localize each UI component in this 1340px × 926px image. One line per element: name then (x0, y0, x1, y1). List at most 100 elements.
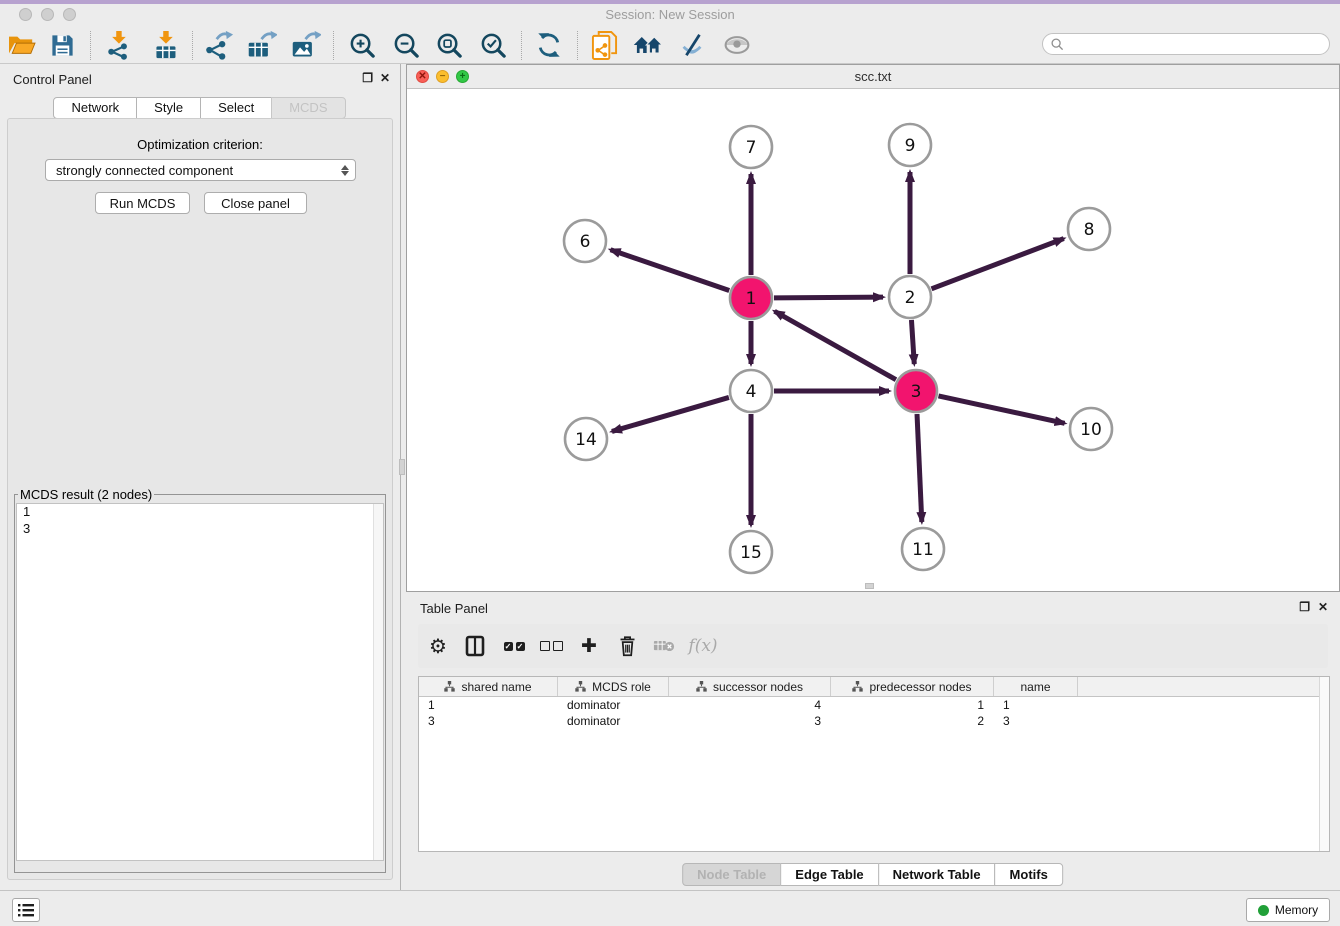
graph-node-6[interactable]: 6 (564, 220, 606, 262)
column-header-predecessor-nodes[interactable]: predecessor nodes (831, 677, 994, 696)
graph-node-7[interactable]: 7 (730, 126, 772, 168)
edge-3-1[interactable] (775, 311, 896, 379)
zoom-fit-icon[interactable] (431, 27, 467, 63)
table-cell[interactable]: 3 (419, 714, 558, 728)
table-cell[interactable]: 4 (669, 698, 831, 712)
hide-selected-icon[interactable] (674, 27, 710, 63)
select-stepper-icon (341, 165, 349, 176)
mcds-result-box: MCDS result (2 nodes) 13 (14, 487, 386, 873)
splitter-handle[interactable] (865, 583, 874, 589)
table-row[interactable]: 1dominator411 (419, 697, 1329, 713)
table-settings-icon[interactable]: ⚙ (421, 624, 455, 668)
edge-3-10[interactable] (938, 396, 1064, 423)
table-cell[interactable]: 1 (831, 698, 994, 712)
edge-2-3[interactable] (911, 320, 914, 364)
column-header-name[interactable]: name (994, 677, 1078, 696)
edge-3-11[interactable] (917, 414, 922, 522)
import-network-icon[interactable] (100, 27, 136, 63)
float-panel-icon[interactable]: ❐ (1299, 600, 1310, 614)
table-cell[interactable]: dominator (558, 714, 669, 728)
tab-style[interactable]: Style (136, 97, 201, 119)
table-scrollbar[interactable] (1319, 677, 1329, 851)
graph-node-2[interactable]: 2 (889, 276, 931, 318)
zoom-out-icon[interactable] (388, 27, 424, 63)
column-header-shared-name[interactable]: shared name (419, 677, 558, 696)
open-session-icon[interactable] (4, 27, 40, 63)
first-neighbors-icon[interactable] (630, 27, 666, 63)
import-table-icon[interactable] (147, 27, 183, 63)
save-session-icon[interactable] (44, 27, 80, 63)
mcds-result-list[interactable]: 13 (16, 503, 384, 861)
table-row[interactable]: 3dominator323 (419, 713, 1329, 729)
result-item[interactable]: 1 (17, 504, 383, 521)
graph-node-11[interactable]: 11 (902, 528, 944, 570)
graph-node-1[interactable]: 1 (730, 277, 772, 319)
show-all-icon[interactable] (719, 27, 755, 63)
export-image-icon[interactable] (287, 27, 323, 63)
svg-text:2: 2 (905, 288, 916, 308)
result-item[interactable]: 3 (17, 521, 383, 538)
table-cell[interactable]: 1 (994, 698, 1078, 712)
new-network-from-file-icon[interactable] (586, 27, 622, 63)
graph-node-4[interactable]: 4 (730, 370, 772, 412)
export-table-icon[interactable] (243, 27, 279, 63)
column-header-MCDS-role[interactable]: MCDS role (558, 677, 669, 696)
search-input[interactable] (1069, 36, 1329, 52)
svg-text:14: 14 (575, 430, 597, 450)
edge-1-6[interactable] (611, 250, 730, 291)
table-cell[interactable]: 1 (419, 698, 558, 712)
graph-node-14[interactable]: 14 (565, 418, 607, 460)
export-network-icon[interactable] (200, 27, 236, 63)
table-cell[interactable]: 2 (831, 714, 994, 728)
close-panel-button[interactable]: Close panel (204, 192, 307, 214)
window-title: Session: New Session (0, 7, 1340, 22)
result-scrollbar[interactable] (373, 504, 383, 860)
sort-hierarchy-icon (444, 681, 455, 692)
graph-node-3[interactable]: 3 (895, 370, 937, 412)
table-panel: Table Panel ❐ ✕ ⚙ ✓✓ ✚ (406, 596, 1340, 890)
tab-node-table[interactable]: Node Table (682, 863, 781, 886)
column-header-successor-nodes[interactable]: successor nodes (669, 677, 831, 696)
edge-1-2[interactable] (774, 297, 883, 298)
graph-node-9[interactable]: 9 (889, 124, 931, 166)
network-view-window: ✕ − + scc.txt 1234678910111415 (406, 64, 1340, 592)
svg-text:8: 8 (1084, 220, 1095, 240)
column-visibility-icon[interactable] (458, 624, 492, 668)
refresh-view-icon[interactable] (531, 27, 567, 63)
graph-node-8[interactable]: 8 (1068, 208, 1110, 250)
tab-network[interactable]: Network (53, 97, 137, 119)
close-panel-icon[interactable]: ✕ (380, 71, 390, 85)
float-panel-icon[interactable]: ❐ (362, 71, 373, 85)
graph-node-10[interactable]: 10 (1070, 408, 1112, 450)
search-field[interactable] (1042, 33, 1330, 55)
node-table[interactable]: shared nameMCDS rolesuccessor nodesprede… (418, 676, 1330, 852)
tab-motifs[interactable]: Motifs (995, 863, 1063, 886)
tab-mcds[interactable]: MCDS (271, 97, 345, 119)
criterion-select[interactable]: strongly connected component (45, 159, 356, 181)
memory-button[interactable]: Memory (1246, 898, 1330, 922)
zoom-selected-icon[interactable] (475, 27, 511, 63)
graph-node-15[interactable]: 15 (730, 531, 772, 573)
tab-network-table[interactable]: Network Table (878, 863, 996, 886)
task-history-button[interactable] (12, 898, 40, 922)
table-cell[interactable]: dominator (558, 698, 669, 712)
svg-text:7: 7 (746, 138, 757, 158)
close-panel-icon[interactable]: ✕ (1318, 600, 1328, 614)
run-mcds-button[interactable]: Run MCDS (95, 192, 190, 214)
function-builder-icon: f(x) (686, 624, 720, 668)
tab-select[interactable]: Select (200, 97, 272, 119)
select-all-rows-icon[interactable]: ✓✓ (497, 624, 531, 668)
table-cell[interactable]: 3 (994, 714, 1078, 728)
deselect-all-rows-icon[interactable] (534, 624, 568, 668)
splitter-handle[interactable] (399, 459, 405, 475)
table-cell[interactable]: 3 (669, 714, 831, 728)
tab-edge-table[interactable]: Edge Table (780, 863, 878, 886)
mcds-result-legend: MCDS result (2 nodes) (18, 487, 154, 502)
edge-4-14[interactable] (612, 397, 729, 431)
zoom-in-icon[interactable] (344, 27, 380, 63)
toolbar-separator (577, 31, 578, 60)
edge-2-8[interactable] (932, 239, 1064, 289)
delete-column-icon[interactable] (610, 624, 644, 668)
network-canvas[interactable]: 1 2 3 4 6 7 8 9 10 11 14 15 (407, 89, 1339, 591)
add-column-icon[interactable]: ✚ (572, 624, 606, 668)
